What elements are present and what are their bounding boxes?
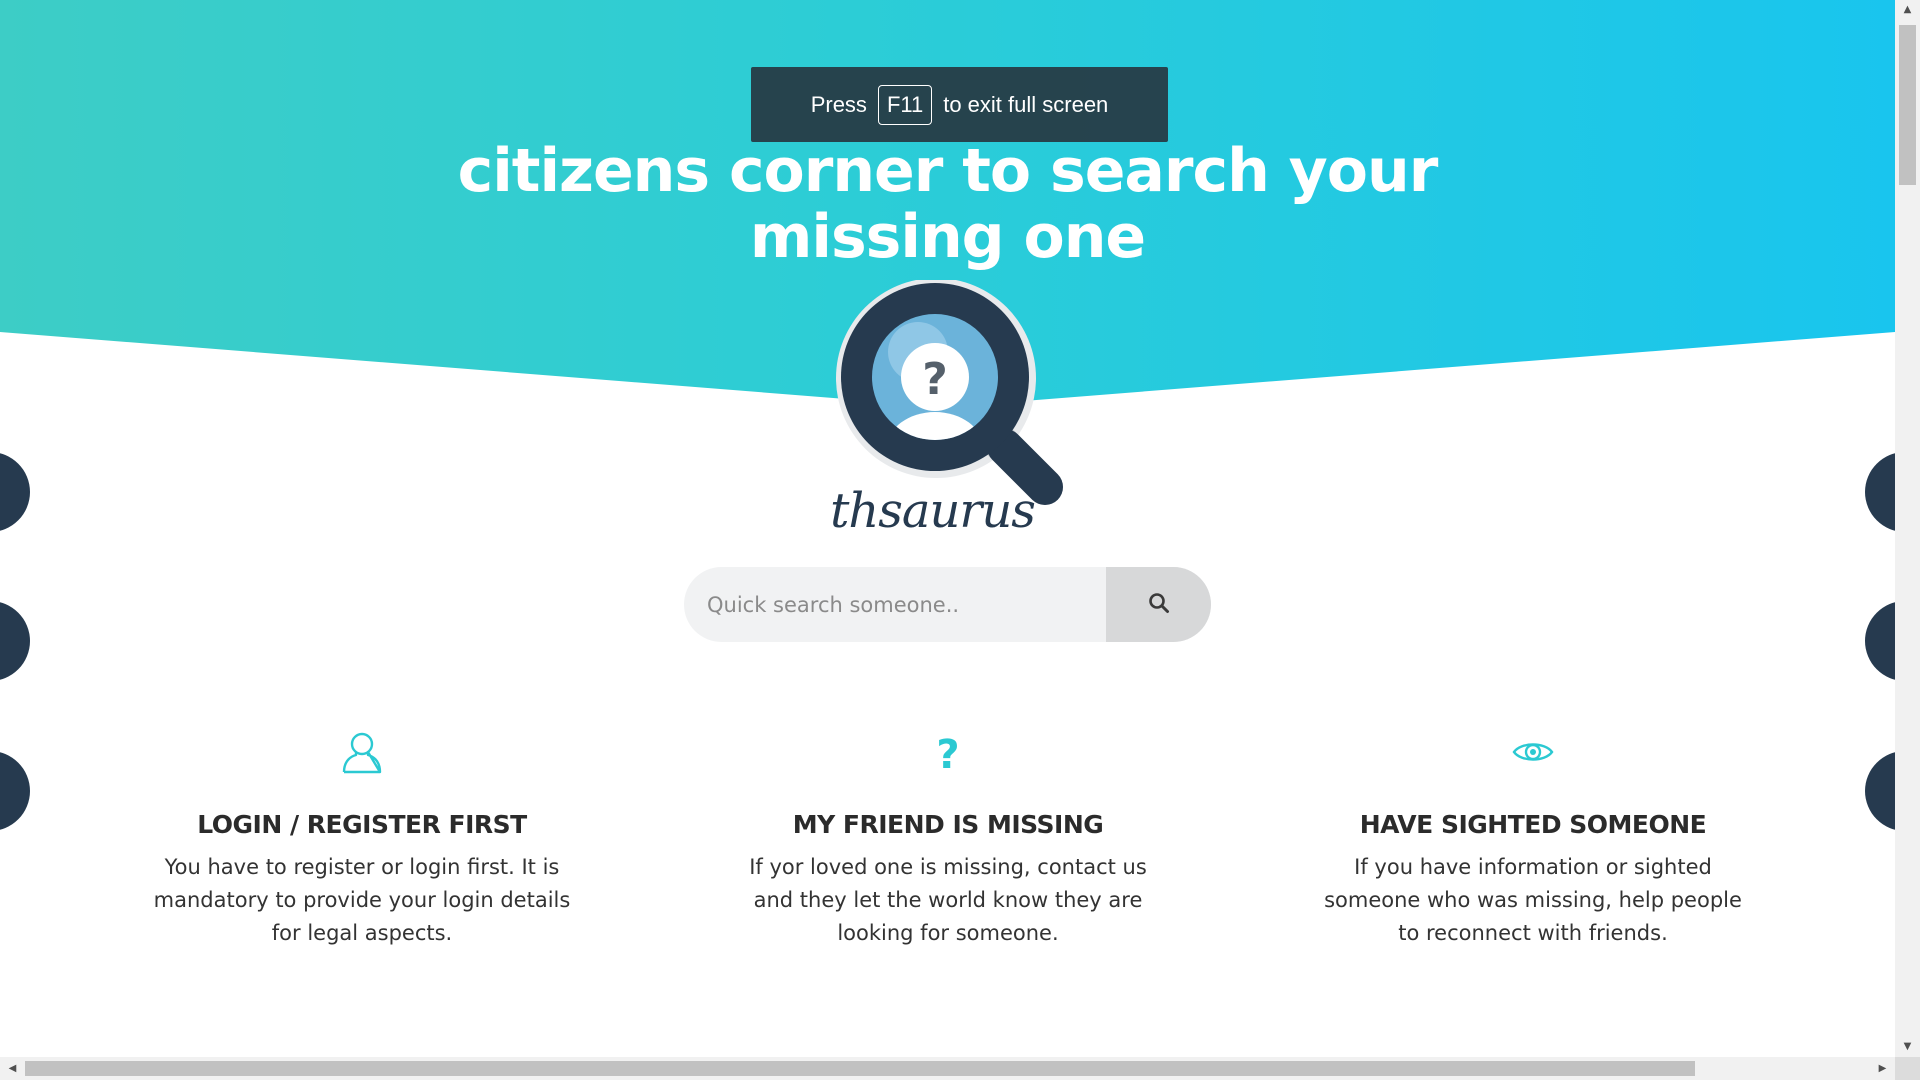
vertical-scrollbar[interactable]: ▲ ▼ bbox=[1895, 0, 1920, 1057]
hero-title-line-2: missing one bbox=[749, 202, 1146, 273]
toast-suffix: to exit full screen bbox=[943, 91, 1109, 117]
hero-title-line-1: citizens corner to search your bbox=[457, 136, 1439, 207]
search-bar bbox=[684, 567, 1211, 642]
feature-title: MY FRIEND IS MISSING bbox=[792, 810, 1104, 839]
page-viewport: citizens corner to search your missing o… bbox=[0, 0, 1895, 1057]
eye-icon bbox=[1511, 730, 1555, 778]
toast-key: F11 bbox=[877, 84, 933, 125]
toast-prefix: Press bbox=[810, 91, 867, 117]
right-slider-dot-1[interactable] bbox=[1865, 452, 1895, 532]
hero-title: citizens corner to search your missing o… bbox=[0, 138, 1895, 270]
scroll-down-icon[interactable]: ▼ bbox=[1895, 1037, 1920, 1057]
question-icon: ? bbox=[933, 730, 963, 778]
search-button[interactable] bbox=[1106, 567, 1211, 642]
brand-name: thsaurus bbox=[830, 483, 1036, 539]
svg-text:?: ? bbox=[922, 354, 948, 405]
horizontal-scrollbar[interactable]: ◀ ▶ bbox=[0, 1057, 1895, 1080]
feature-missing: ? MY FRIEND IS MISSING If yor loved one … bbox=[728, 730, 1168, 950]
search-input[interactable] bbox=[684, 567, 1106, 642]
right-slider-dot-2[interactable] bbox=[1865, 601, 1895, 681]
feature-text: If yor loved one is missing, contact us … bbox=[749, 855, 1147, 945]
fullscreen-toast: Press F11 to exit full screen bbox=[751, 67, 1168, 142]
scrollbar-corner bbox=[1895, 1057, 1920, 1080]
scroll-left-icon[interactable]: ◀ bbox=[0, 1057, 25, 1080]
horizontal-scroll-thumb[interactable] bbox=[25, 1061, 1695, 1076]
left-slider-dot-1[interactable] bbox=[0, 452, 30, 532]
features-section: LOGIN / REGISTER FIRST You have to regis… bbox=[0, 730, 1895, 990]
scroll-right-icon[interactable]: ▶ bbox=[1870, 1057, 1895, 1080]
left-slider-dot-2[interactable] bbox=[0, 601, 30, 681]
feature-text: If you have information or sighted someo… bbox=[1324, 855, 1742, 945]
svg-text:?: ? bbox=[936, 732, 959, 774]
feature-title: HAVE SIGHTED SOMEONE bbox=[1359, 810, 1707, 839]
feature-login: LOGIN / REGISTER FIRST You have to regis… bbox=[142, 730, 582, 950]
search-icon bbox=[1148, 592, 1170, 618]
feature-title: LOGIN / REGISTER FIRST bbox=[197, 810, 527, 839]
vertical-scroll-thumb[interactable] bbox=[1899, 25, 1916, 185]
feature-text: You have to register or login first. It … bbox=[153, 855, 571, 945]
user-icon bbox=[340, 730, 384, 778]
scroll-up-icon[interactable]: ▲ bbox=[1895, 0, 1920, 20]
feature-sighted: HAVE SIGHTED SOMEONE If you have informa… bbox=[1313, 730, 1753, 950]
